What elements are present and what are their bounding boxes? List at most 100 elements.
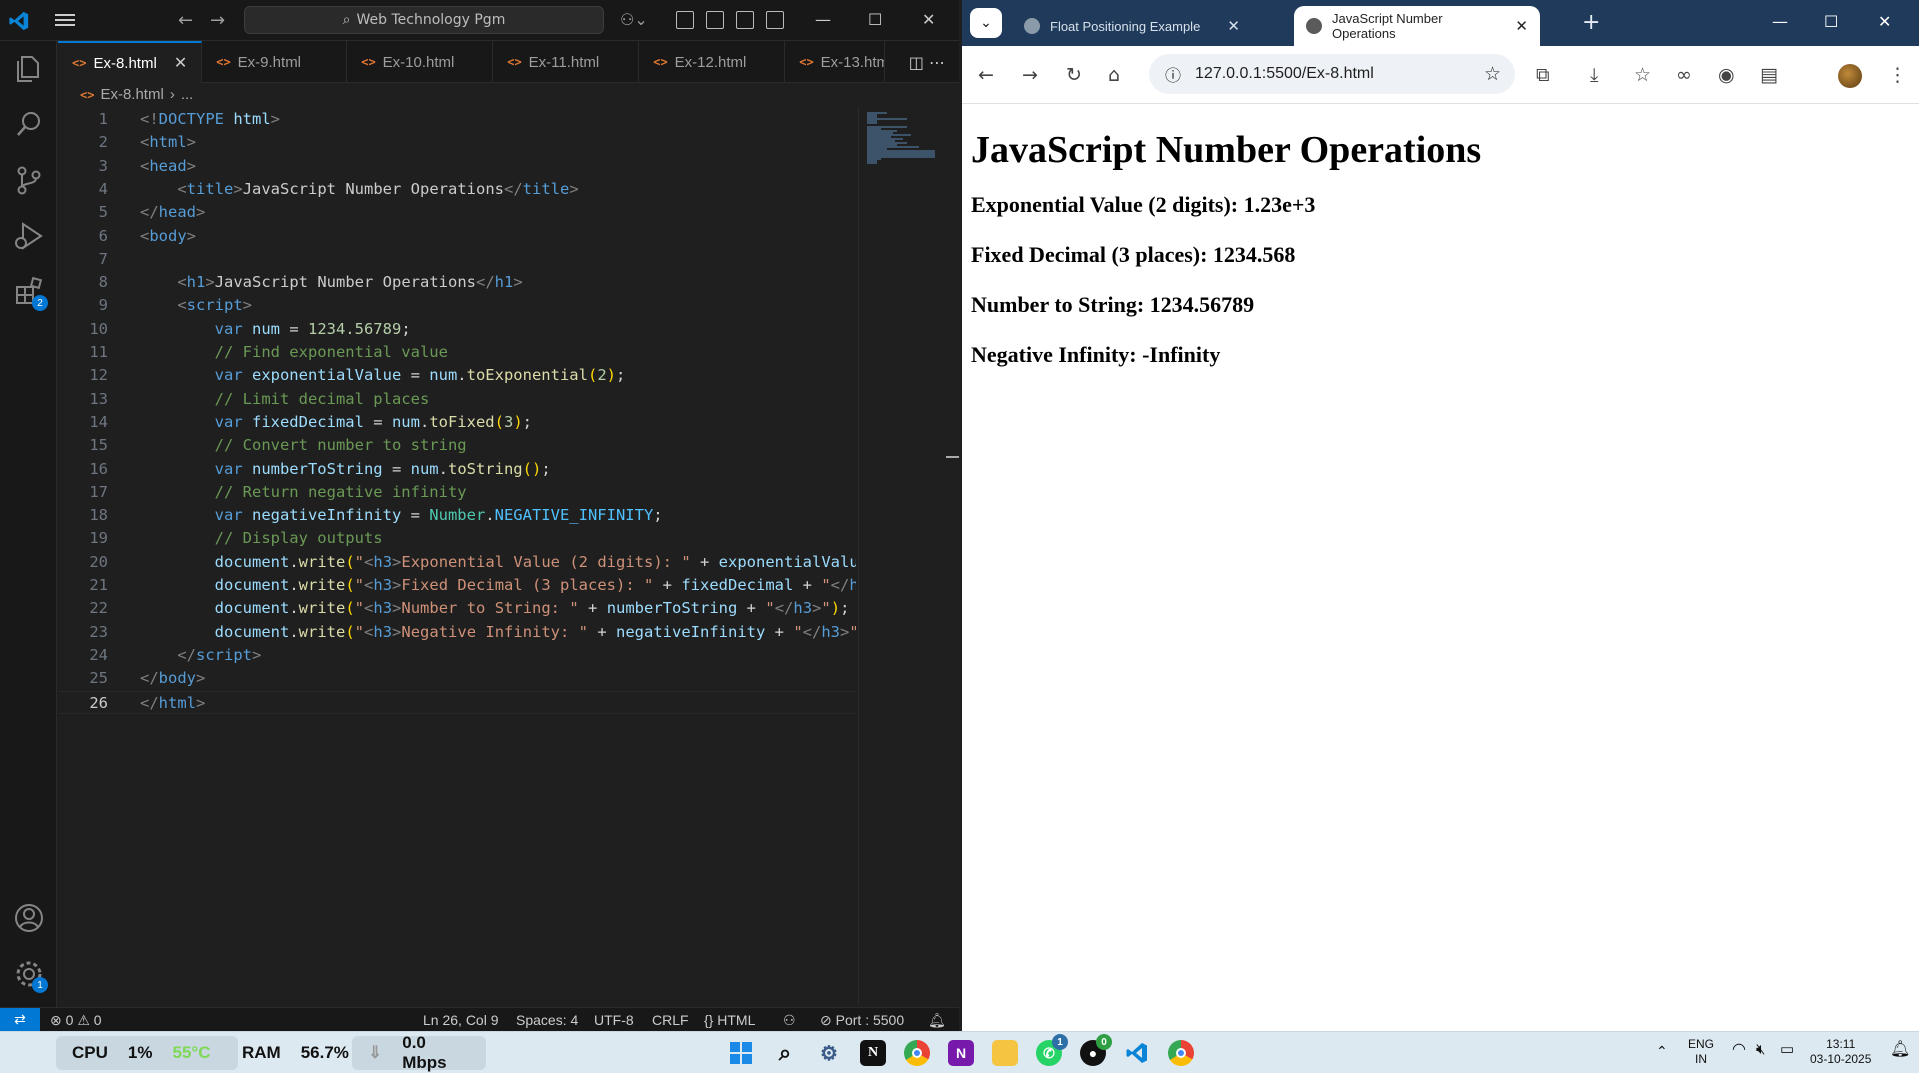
source-control-icon[interactable]	[12, 163, 46, 197]
side-panel-icon[interactable]: ▤	[1760, 64, 1778, 86]
live-server-port[interactable]: ⊘ Port : 5500	[820, 1012, 904, 1029]
code-line[interactable]: 6 <body>	[58, 225, 856, 248]
profile-avatar[interactable]	[1838, 64, 1862, 88]
problems-indicator[interactable]: ⊗ 0 ⚠ 0	[50, 1012, 102, 1029]
wifi-icon[interactable]: ◠	[1732, 1042, 1746, 1058]
code-line[interactable]: 16 var numberToString = num.toString();	[58, 458, 856, 481]
tab-ex-8[interactable]: <> Ex-8.html ✕	[58, 41, 203, 83]
network-widget[interactable]: ⇓ 0.0 Mbps	[352, 1033, 486, 1072]
manage-gear-icon[interactable]: 1	[12, 957, 48, 993]
code-line[interactable]: 18 var negativeInfinity = Number.NEGATIV…	[58, 504, 856, 527]
code-line[interactable]: 23 document.write("<h3>Negative Infinity…	[58, 621, 856, 644]
chrome-dev-icon[interactable]	[1168, 1040, 1194, 1066]
minimap[interactable]	[858, 108, 948, 1004]
extensions-puzzle-icon[interactable]: ⧉	[1536, 64, 1550, 86]
breadcrumb-file[interactable]: Ex-8.html	[100, 86, 163, 103]
toggle-primary-sidebar-icon[interactable]	[706, 11, 724, 29]
scrollbar-thumb[interactable]	[946, 456, 959, 458]
forward-arrow-icon[interactable]: →	[1022, 64, 1038, 86]
indentation[interactable]: Spaces: 4	[516, 1012, 578, 1028]
github-icon[interactable]: ● 0	[1080, 1034, 1112, 1066]
copilot-status-icon[interactable]: ⚇	[783, 1012, 796, 1029]
code-line[interactable]: 19 // Display outputs	[58, 527, 856, 550]
tab-close-icon[interactable]: ✕	[1227, 17, 1240, 35]
minimize-icon[interactable]: —	[1772, 12, 1788, 31]
close-icon[interactable]: ✕	[1878, 12, 1891, 31]
code-line[interactable]: 8 <h1>JavaScript Number Operations</h1>	[58, 271, 856, 294]
chrome-tab-float[interactable]: Float Positioning Example ✕	[1012, 6, 1252, 46]
code-line[interactable]: 15 // Convert number to string	[58, 434, 856, 457]
cpu-widget[interactable]: CPU 1% 55°C	[56, 1036, 238, 1070]
close-icon[interactable]: ✕	[922, 10, 935, 29]
address-bar[interactable]: ⓘ 127.0.0.1:5500/Ex-8.html ☆	[1149, 54, 1515, 94]
code-line[interactable]: 13 // Limit decimal places	[58, 388, 856, 411]
tab-ex-13[interactable]: <> Ex-13.htm	[785, 41, 886, 83]
vscode-taskbar-icon[interactable]	[1124, 1040, 1150, 1066]
code-line[interactable]: 2 <html>	[58, 131, 856, 154]
tab-ex-11[interactable]: <> Ex-11.html	[493, 41, 640, 83]
chevron-up-icon[interactable]: ⌃	[1656, 1044, 1668, 1059]
code-line[interactable]: 14 var fixedDecimal = num.toFixed(3);	[58, 411, 856, 434]
search-icon[interactable]: ⌕	[772, 1040, 798, 1066]
code-line[interactable]: 4 <title>JavaScript Number Operations</t…	[58, 178, 856, 201]
copilot-icon[interactable]: ⚇⌄	[620, 10, 648, 29]
remote-icon[interactable]: ⇄	[0, 1008, 40, 1031]
tab-close-icon[interactable]: ✕	[1515, 17, 1528, 35]
notifications-bell-icon[interactable]: 🔔︎	[928, 1012, 946, 1029]
clock[interactable]: 13:11 03-10-2025	[1810, 1037, 1871, 1067]
speaker-muted-icon[interactable]: 🔇︎	[1756, 1042, 1765, 1057]
customize-layout-icon[interactable]	[676, 11, 694, 29]
chrome-icon[interactable]	[904, 1040, 930, 1066]
maximize-icon[interactable]: ☐	[868, 10, 882, 29]
home-icon[interactable]: ⌂	[1108, 64, 1120, 86]
toggle-panel-icon[interactable]	[736, 11, 754, 29]
code-line[interactable]: 7	[58, 248, 856, 271]
code-line[interactable]: 24 </script>	[58, 644, 856, 667]
code-line[interactable]: 22 document.write("<h3>Number to String:…	[58, 597, 856, 620]
maximize-icon[interactable]: ☐	[1824, 12, 1838, 31]
editor-scrollbar[interactable]	[946, 108, 959, 1004]
extensions-icon[interactable]: 2	[12, 275, 48, 311]
reload-icon[interactable]: ↻	[1066, 64, 1082, 86]
new-tab-icon[interactable]: +	[1582, 10, 1600, 35]
tab-close-icon[interactable]: ✕	[174, 53, 187, 73]
code-line[interactable]: 9 <script>	[58, 294, 856, 317]
code-line[interactable]: 3 <head>	[58, 155, 856, 178]
tab-search-dropdown-icon[interactable]: ⌄	[970, 8, 1002, 38]
onenote-icon[interactable]: N	[948, 1040, 974, 1066]
language-indicator[interactable]: ENG IN	[1688, 1037, 1714, 1067]
code-line[interactable]: 25 </body>	[58, 667, 856, 690]
chrome-tab-number-ops[interactable]: JavaScript Number Operations ✕	[1294, 6, 1540, 46]
minimize-icon[interactable]: —	[815, 10, 831, 29]
back-arrow-icon[interactable]: ←	[978, 64, 994, 86]
ram-widget[interactable]: RAM 56.7%	[226, 1036, 350, 1070]
code-line[interactable]: 17 // Return negative infinity	[58, 481, 856, 504]
code-line[interactable]: 10 var num = 1234.56789;	[58, 318, 856, 341]
tab-ex-10[interactable]: <> Ex-10.html	[347, 41, 494, 83]
language-mode[interactable]: {} HTML	[704, 1012, 755, 1028]
download-icon[interactable]: ⤓	[1590, 64, 1598, 86]
code-line[interactable]: 20 document.write("<h3>Exponential Value…	[58, 551, 856, 574]
notification-bell-icon[interactable]: 🔔︎	[1890, 1042, 1910, 1058]
run-debug-icon[interactable]	[12, 219, 46, 253]
tab-ex-12[interactable]: <> Ex-12.html	[639, 41, 786, 83]
menu-icon[interactable]	[55, 12, 75, 28]
google-lens-icon[interactable]: ◉	[1718, 64, 1735, 86]
code-editor[interactable]: 1 <!DOCTYPE html> 2 <html> 3 <head> 4 <title>J…	[58, 108, 856, 1004]
settings-gear-icon[interactable]: ⚙	[816, 1040, 842, 1066]
battery-icon[interactable]: ▭	[1780, 1042, 1794, 1057]
code-line[interactable]: 11 // Find exponential value	[58, 341, 856, 364]
bookmark-star-icon[interactable]: ☆	[1484, 63, 1501, 86]
forward-arrow-icon[interactable]: →	[210, 10, 225, 31]
split-editor-icon[interactable]: ◫ ⋯	[909, 53, 945, 72]
code-line[interactable]: 12 var exponentialValue = num.toExponent…	[58, 364, 856, 387]
breadcrumb-more[interactable]: ...	[181, 86, 194, 103]
start-windows-icon[interactable]	[728, 1040, 754, 1066]
link-icon[interactable]: ∞	[1676, 64, 1692, 86]
code-line[interactable]: 5 </head>	[58, 201, 856, 224]
cursor-position[interactable]: Ln 26, Col 9	[423, 1012, 499, 1028]
code-line[interactable]: 26 </html>	[58, 690, 856, 714]
code-line[interactable]: 21 document.write("<h3>Fixed Decimal (3 …	[58, 574, 856, 597]
command-center-search[interactable]: ⌕ Web Technology Pgm	[244, 6, 604, 34]
favorites-icon[interactable]: ☆	[1634, 64, 1651, 86]
